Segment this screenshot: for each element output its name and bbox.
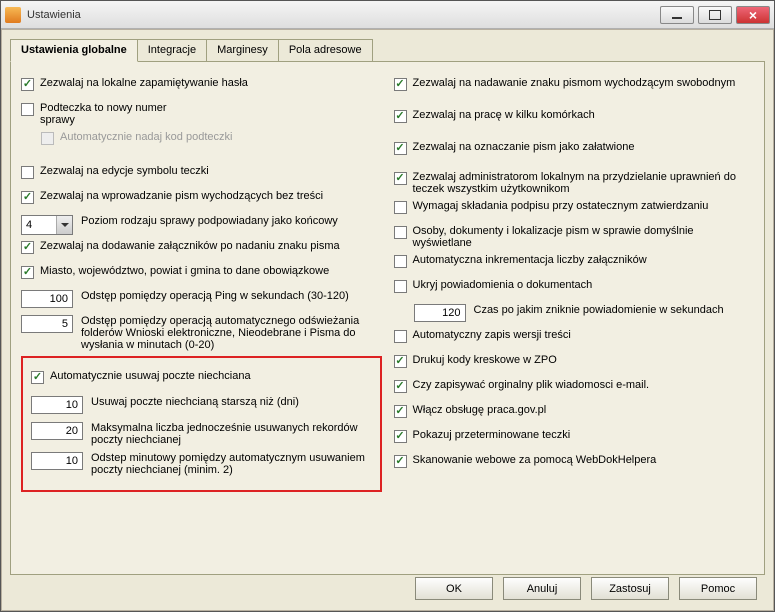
app-icon xyxy=(5,7,21,23)
lbl-junk-max: Maksymalna liczba jednocześnie usuwanych… xyxy=(91,422,372,446)
lbl-enable-praca: Włącz obsługę praca.gov.pl xyxy=(413,404,547,416)
ok-button[interactable]: OK xyxy=(415,577,493,600)
chk-save-original-eml[interactable] xyxy=(394,380,407,393)
lbl-admin-assign: Zezwalaj administratorom lokalnym na prz… xyxy=(413,171,755,195)
chk-multi-cells[interactable] xyxy=(394,110,407,123)
input-junk-max[interactable] xyxy=(31,422,83,440)
chk-allow-local-pw[interactable] xyxy=(21,78,34,91)
tab-integrations[interactable]: Integracje xyxy=(137,39,207,62)
lbl-hide-doc-notif: Ukryj powiadomienia o dokumentach xyxy=(413,279,593,291)
window-title: Ustawienia xyxy=(27,9,660,21)
lbl-allow-local-pw: Zezwalaj na lokalne zapamiętywanie hasła xyxy=(40,77,248,89)
chk-freeform-sign[interactable] xyxy=(394,78,407,91)
tab-panel: Zezwalaj na lokalne zapamiętywanie hasła… xyxy=(10,61,765,575)
chk-junk-enable[interactable] xyxy=(31,371,44,384)
lbl-web-scan: Skanowanie webowe za pomocą WebDokHelper… xyxy=(413,454,657,466)
help-button[interactable]: Pomoc xyxy=(679,577,757,600)
input-junk-interval[interactable] xyxy=(31,452,83,470)
lbl-edit-symbol: Zezwalaj na edycje symbolu teczki xyxy=(40,165,209,177)
tab-global[interactable]: Ustawienia globalne xyxy=(10,39,138,62)
apply-button[interactable]: Zastosuj xyxy=(591,577,669,600)
lbl-junk-older: Usuwaj poczte niechcianą starszą niż (dn… xyxy=(91,396,299,408)
chk-edit-symbol[interactable] xyxy=(21,166,34,179)
chk-auto-save-version[interactable] xyxy=(394,330,407,343)
lbl-attach-after-sign: Zezwalaj na dodawanie załączników po nad… xyxy=(40,240,340,252)
tab-bar: Ustawienia globalne Integracje Marginesy… xyxy=(10,38,765,61)
lbl-ping: Odstęp pomiędzy operacją Ping w sekundac… xyxy=(81,290,349,302)
lbl-save-original-eml: Czy zapisywać orginalny plik wiadomosci … xyxy=(413,379,650,391)
lbl-print-barcodes: Drukuj kody kreskowe w ZPO xyxy=(413,354,557,366)
chk-enable-praca[interactable] xyxy=(394,405,407,418)
dropdown-level-value: 4 xyxy=(22,219,56,231)
button-bar: OK Anuluj Zastosuj Pomoc xyxy=(415,577,757,600)
lbl-podteczka: Podteczka to nowy numer sprawy xyxy=(40,102,167,126)
lbl-level: Poziom rodzaju sprawy podpowiadany jako … xyxy=(81,215,338,227)
lbl-auto-incr-attach: Automatyczna inkrementacja liczby załącz… xyxy=(413,254,647,266)
lbl-multi-cells: Zezwalaj na pracę w kilku komórkach xyxy=(413,109,595,121)
right-column: Zezwalaj na nadawanie znaku pismom wycho… xyxy=(388,72,755,492)
lbl-city-required: Miasto, województwo, powiat i gmina to d… xyxy=(40,265,329,277)
lbl-outgoing-empty: Zezwalaj na wprowadzanie pism wychodzący… xyxy=(40,190,323,202)
chk-podteczka[interactable] xyxy=(21,103,34,116)
minimize-button[interactable] xyxy=(660,6,694,24)
chk-admin-assign[interactable] xyxy=(394,172,407,185)
lbl-show-expired: Pokazuj przeterminowane teczki xyxy=(413,429,571,441)
chk-show-expired[interactable] xyxy=(394,430,407,443)
chk-auto-kod xyxy=(41,132,54,145)
titlebar[interactable]: Ustawienia xyxy=(1,1,774,29)
lbl-require-final-sign: Wymagaj składania podpisu przy ostateczn… xyxy=(413,200,709,212)
input-notif-timeout[interactable] xyxy=(414,304,466,322)
lbl-refresh: Odstęp pomiędzy operacją automatycznego … xyxy=(81,315,382,351)
input-refresh[interactable] xyxy=(21,315,73,333)
junk-mail-group: Automatycznie usuwaj poczte niechciana U… xyxy=(21,356,382,492)
lbl-auto-kod: Automatycznie nadaj kod podteczki xyxy=(60,131,232,143)
chk-require-final-sign[interactable] xyxy=(394,201,407,214)
lbl-junk-enable: Automatycznie usuwaj poczte niechciana xyxy=(50,370,251,382)
chk-people-docs-default[interactable] xyxy=(394,226,407,239)
lbl-notif-timeout: Czas po jakim zniknie powiadomienie w se… xyxy=(474,304,724,316)
lbl-auto-save-version: Automatyczny zapis wersji treści xyxy=(413,329,571,341)
input-junk-older[interactable] xyxy=(31,396,83,414)
chk-mark-done[interactable] xyxy=(394,142,407,155)
client-area: Ustawienia globalne Integracje Marginesy… xyxy=(1,29,774,611)
maximize-button[interactable] xyxy=(698,6,732,24)
chk-city-required[interactable] xyxy=(21,266,34,279)
lbl-mark-done: Zezwalaj na oznaczanie pism jako załatwi… xyxy=(413,141,635,153)
chk-outgoing-empty[interactable] xyxy=(21,191,34,204)
lbl-people-docs-default: Osoby, dokumenty i lokalizacje pism w sp… xyxy=(413,225,755,249)
lbl-junk-interval: Odstep minutowy pomiędzy automatycznym u… xyxy=(91,452,372,476)
chk-web-scan[interactable] xyxy=(394,455,407,468)
chk-attach-after-sign[interactable] xyxy=(21,241,34,254)
chevron-down-icon xyxy=(56,216,72,234)
lbl-freeform-sign: Zezwalaj na nadawanie znaku pismom wycho… xyxy=(413,77,736,89)
chk-print-barcodes[interactable] xyxy=(394,355,407,368)
cancel-button[interactable]: Anuluj xyxy=(503,577,581,600)
tab-address[interactable]: Pola adresowe xyxy=(278,39,373,62)
chk-hide-doc-notif[interactable] xyxy=(394,280,407,293)
settings-window: Ustawienia Ustawienia globalne Integracj… xyxy=(0,0,775,612)
close-button[interactable] xyxy=(736,6,770,24)
tab-margins[interactable]: Marginesy xyxy=(206,39,279,62)
input-ping[interactable] xyxy=(21,290,73,308)
chk-auto-incr-attach[interactable] xyxy=(394,255,407,268)
left-column: Zezwalaj na lokalne zapamiętywanie hasła… xyxy=(21,72,388,492)
dropdown-level[interactable]: 4 xyxy=(21,215,73,235)
